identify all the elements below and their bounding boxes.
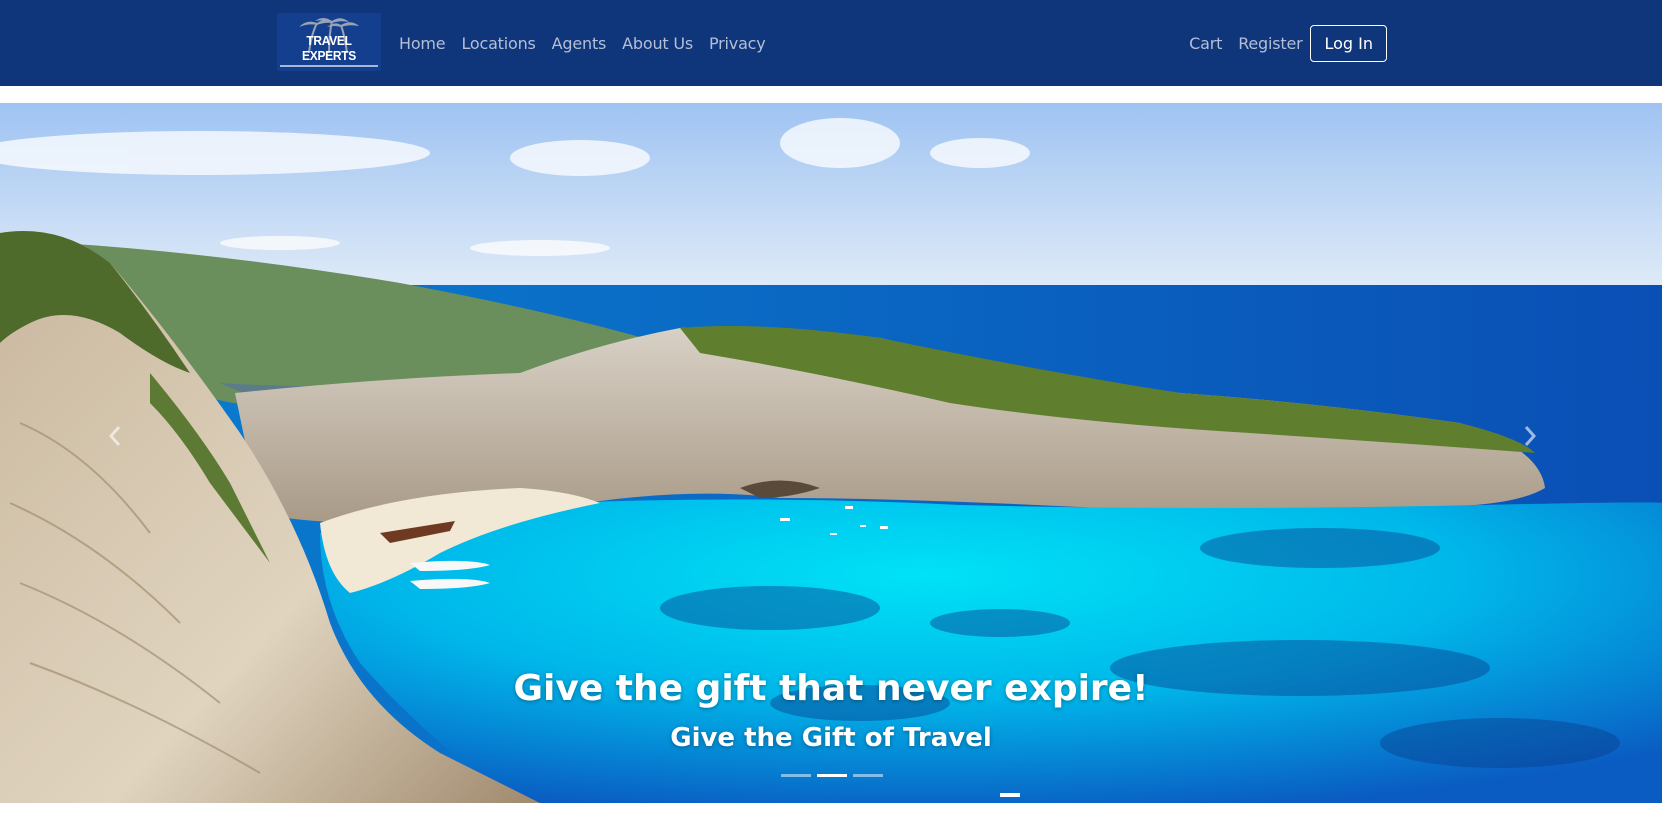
carousel-prev-button[interactable]: [108, 425, 138, 465]
carousel-caption-subtitle: Give the Gift of Travel: [670, 723, 992, 753]
carousel-next-button[interactable]: [1523, 425, 1553, 465]
navbar: TRAVEL EXPERTS Home Locations Agents Abo…: [0, 0, 1662, 86]
brand-logo-underline: [280, 65, 378, 67]
nav-link-about-us[interactable]: About Us: [622, 34, 693, 53]
chevron-left-icon: [108, 426, 121, 446]
carousel-caption-title: Give the gift that never expire!: [513, 668, 1149, 709]
carousel-indicator-3[interactable]: [853, 774, 883, 777]
nav-link-agents[interactable]: Agents: [552, 34, 607, 53]
nav-link-register[interactable]: Register: [1238, 34, 1302, 53]
account-nav: Cart Register Log In: [1173, 0, 1387, 86]
chevron-right-icon: [1524, 426, 1537, 446]
carousel-indicators: [781, 774, 889, 777]
brand-logo-text: TRAVEL EXPERTS: [302, 33, 356, 63]
brand-logo[interactable]: TRAVEL EXPERTS: [277, 13, 381, 71]
hero-carousel: Give the gift that never expire! Give th…: [0, 103, 1662, 803]
nav-link-cart[interactable]: Cart: [1189, 34, 1222, 53]
nav-link-home[interactable]: Home: [399, 34, 446, 53]
nav-link-locations[interactable]: Locations: [461, 34, 535, 53]
nav-link-privacy[interactable]: Privacy: [709, 34, 766, 53]
carousel-indicator-1[interactable]: [781, 774, 811, 777]
login-button[interactable]: Log In: [1310, 24, 1387, 62]
main-nav: Home Locations Agents About Us Privacy: [399, 0, 782, 86]
carousel-indicator-2[interactable]: [817, 774, 847, 777]
